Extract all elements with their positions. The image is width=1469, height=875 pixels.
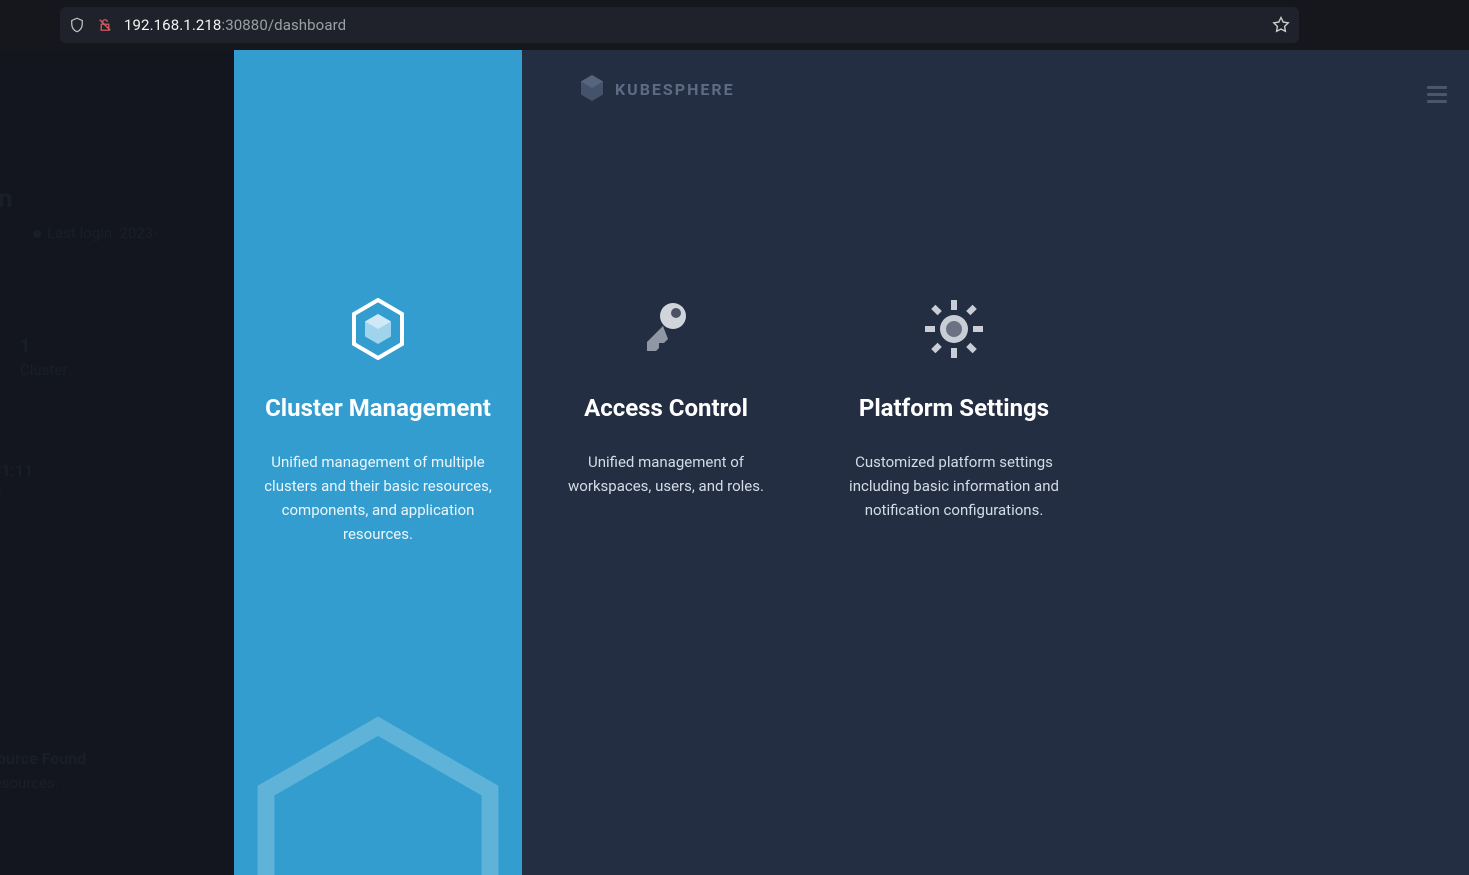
card-title: Platform Settings: [840, 394, 1068, 422]
hamburger-icon[interactable]: [1427, 86, 1447, 100]
menu-card-access-control[interactable]: Access Control Unified management of wor…: [522, 50, 810, 875]
insecure-lock-icon: [96, 16, 114, 34]
card-title: Access Control: [552, 394, 780, 422]
browser-address-bar: 192.168.1.218:30880/dashboard: [0, 0, 1469, 50]
page-body: nch admin m-admin Last login: 2023- 1 Cl…: [0, 50, 1469, 875]
card-desc: Customized platform settings including b…: [840, 450, 1068, 522]
gear-icon: [923, 298, 985, 360]
card-title: Cluster Management: [264, 394, 492, 422]
key-icon: [635, 298, 697, 360]
menu-card-cluster-management[interactable]: Cluster Management Unified management of…: [234, 50, 522, 875]
card-desc: Unified management of multiple clusters …: [264, 450, 492, 546]
platform-menu-panel: KUBESPHERE Cluster Management Unified ma…: [234, 50, 1469, 875]
url-text: 192.168.1.218:30880/dashboard: [124, 16, 346, 34]
url-pill[interactable]: 192.168.1.218:30880/dashboard: [60, 7, 1299, 43]
bookmark-star-icon[interactable]: [1271, 15, 1291, 35]
card-desc: Unified management of workspaces, users,…: [552, 450, 780, 498]
decorative-hex-icon: [238, 715, 518, 875]
cluster-hex-icon: [347, 298, 409, 360]
shield-icon: [68, 16, 86, 34]
menu-card-platform-settings[interactable]: Platform Settings Customized platform se…: [810, 50, 1098, 875]
